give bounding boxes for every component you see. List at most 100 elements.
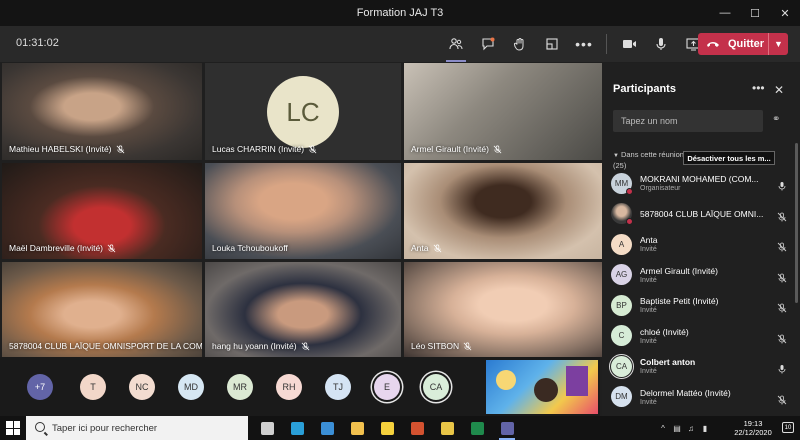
windows-start-icon[interactable] <box>6 421 20 435</box>
video-tile[interactable]: Anta <box>404 163 602 259</box>
video-tile[interactable]: Maël Dambreville (Invité) <box>2 163 202 259</box>
camera-button[interactable] <box>613 29 645 59</box>
muted-mic-icon[interactable] <box>777 300 787 313</box>
participant-row[interactable]: 5878004 CLUB LAÏQUE OMNI... <box>611 199 791 230</box>
muted-mic-icon <box>308 145 317 153</box>
participants-button[interactable] <box>440 29 472 62</box>
edge-app-icon[interactable] <box>282 416 312 440</box>
volume-icon[interactable]: ♫ <box>684 424 698 433</box>
notification-center-icon[interactable]: 10 <box>782 422 794 433</box>
video-participant-name: Lucas CHARRIN (Invité) <box>212 144 317 154</box>
mail-app-icon[interactable] <box>312 416 342 440</box>
chat-icon <box>482 37 495 51</box>
chrome-icon <box>440 421 454 435</box>
participant-row[interactable]: BP Baptiste Petit (Invité) Invité <box>611 290 791 321</box>
chat-button[interactable] <box>472 29 504 59</box>
battery-icon[interactable]: ▮ <box>698 424 712 433</box>
window-controls: — ☐ ✕ <box>710 0 800 26</box>
video-tile[interactable]: hang hu yoann (Invité) <box>205 262 401 357</box>
leave-button[interactable]: Quitter ▼ <box>698 33 788 55</box>
participant-avatar[interactable]: CA <box>423 374 449 400</box>
more-participants-badge[interactable]: +7 <box>27 374 53 400</box>
muted-mic-icon[interactable] <box>777 239 787 252</box>
participant-search-input[interactable] <box>613 110 763 132</box>
video-tile[interactable]: 5878004 CLUB LAÏQUE OMNISPORT DE LA COM.… <box>2 262 202 357</box>
muted-mic-icon <box>116 145 124 153</box>
participant-avatar[interactable]: TJ <box>325 374 351 400</box>
participant-avatar[interactable]: MD <box>178 374 204 400</box>
video-tile[interactable]: LC Lucas CHARRIN (Invité) <box>205 63 401 160</box>
participant-avatar[interactable]: NC <box>129 374 155 400</box>
video-tile[interactable]: Armel Girault (Invité) <box>404 63 602 160</box>
people-icon <box>449 38 463 50</box>
muted-mic-icon[interactable] <box>777 270 787 282</box>
share-invite-icon[interactable]: ⚭ <box>772 114 780 125</box>
powerpoint-app-icon[interactable] <box>402 416 432 440</box>
taskbar-search-box[interactable]: Taper ici pour rechercher <box>26 416 248 440</box>
microphone-icon[interactable] <box>777 361 787 374</box>
participant-avatar: CA <box>609 353 634 379</box>
participant-row[interactable]: Cchloé (Invité) Invité <box>611 321 791 352</box>
participant-info: Armel Girault (Invité) Invité <box>640 266 782 284</box>
sticky-notes-app-icon[interactable] <box>372 416 402 440</box>
participant-info: MOKRANI MOHAMED (COM... Organisateur <box>640 174 782 192</box>
panel-scrollbar[interactable] <box>795 143 798 303</box>
participant-avatar <box>611 203 633 226</box>
system-tray: ^ ▤ ♫ ▮ <box>656 416 712 440</box>
network-icon[interactable]: ▤ <box>670 424 684 433</box>
excel-icon <box>470 421 484 435</box>
participant-role: Invité <box>640 246 657 254</box>
panel-more-icon[interactable]: ••• <box>752 81 765 95</box>
video-participant-name: Louka Tchouboukoff <box>212 243 288 253</box>
participant-role: Invité <box>640 368 657 376</box>
excel-app-icon[interactable] <box>462 416 492 440</box>
chrome-app-icon[interactable] <box>432 416 462 440</box>
participant-avatar: A <box>611 233 632 255</box>
store-app-icon[interactable] <box>342 416 372 440</box>
muted-mic-icon[interactable] <box>777 209 787 221</box>
task-view-app-icon[interactable] <box>252 416 282 440</box>
participant-row[interactable]: AG Armel Girault (Invité) Invité <box>611 260 791 291</box>
participant-row[interactable]: A Anta Invité <box>611 229 791 260</box>
close-panel-icon[interactable]: ✕ <box>774 83 784 97</box>
participant-avatar[interactable]: E <box>374 374 400 400</box>
window-title: Formation JAJ T3 <box>356 7 444 19</box>
participant-row[interactable]: CA Colbert anton Invité <box>609 351 791 382</box>
participants-panel: Participants ••• ✕ ⚭ ▼Dans cette réunion… <box>602 63 800 416</box>
participant-row[interactable]: MM MOKRANI MOHAMED (COM... Organisateur <box>611 168 791 199</box>
participant-info: Colbert anton Invité <box>640 357 782 375</box>
muted-mic-icon[interactable] <box>777 331 787 343</box>
participant-info: Anta Invité <box>640 235 782 253</box>
mute-all-button[interactable]: Désactiver tous les m... <box>683 151 775 165</box>
rooms-button[interactable] <box>536 29 568 59</box>
participant-avatar[interactable]: MR <box>227 374 253 400</box>
close-window-icon[interactable]: ✕ <box>770 0 800 26</box>
minimize-icon[interactable]: — <box>710 0 740 26</box>
video-tile[interactable]: Louka Tchouboukoff <box>205 163 401 259</box>
video-tile[interactable]: Mathieu HABELSKI (Invité) <box>2 63 202 160</box>
teams-app-icon[interactable] <box>492 416 522 440</box>
video-tile[interactable]: Léo SITBON <box>404 262 602 357</box>
taskbar-search-placeholder: Taper ici pour rechercher <box>52 422 158 434</box>
participant-row[interactable]: DM Delormel Mattéo (Invité) Invité <box>611 382 791 413</box>
more-actions-button[interactable]: ••• <box>568 29 600 59</box>
participant-avatar[interactable]: T <box>80 374 106 400</box>
participant-name: Delormel Mattéo (Invité) <box>640 387 731 398</box>
participant-initials: DM <box>615 392 628 402</box>
chevron-up-icon[interactable]: ^ <box>656 424 670 433</box>
raise-hand-button[interactable] <box>504 29 536 59</box>
maximize-icon[interactable]: ☐ <box>740 0 770 26</box>
muted-mic-icon <box>301 342 309 350</box>
leave-options-chevron-icon[interactable]: ▼ <box>768 33 788 55</box>
muted-mic-icon[interactable] <box>777 392 787 404</box>
speaking-ring <box>609 353 634 379</box>
leave-label: Quitter <box>728 38 765 50</box>
taskbar-clock[interactable]: 19:13 22/12/2020 <box>730 419 776 437</box>
participant-avatar[interactable]: RH <box>276 374 302 400</box>
participant-name: Baptiste Petit (Invité) <box>640 296 719 307</box>
microphone-icon[interactable] <box>777 178 787 191</box>
participant-list: MM MOKRANI MOHAMED (COM... Organisateur 587… <box>609 168 791 413</box>
title-bar: Formation JAJ T3 — ☐ ✕ <box>0 0 800 26</box>
microphone-button[interactable] <box>645 29 677 59</box>
shared-content-thumbnail[interactable] <box>486 360 598 414</box>
